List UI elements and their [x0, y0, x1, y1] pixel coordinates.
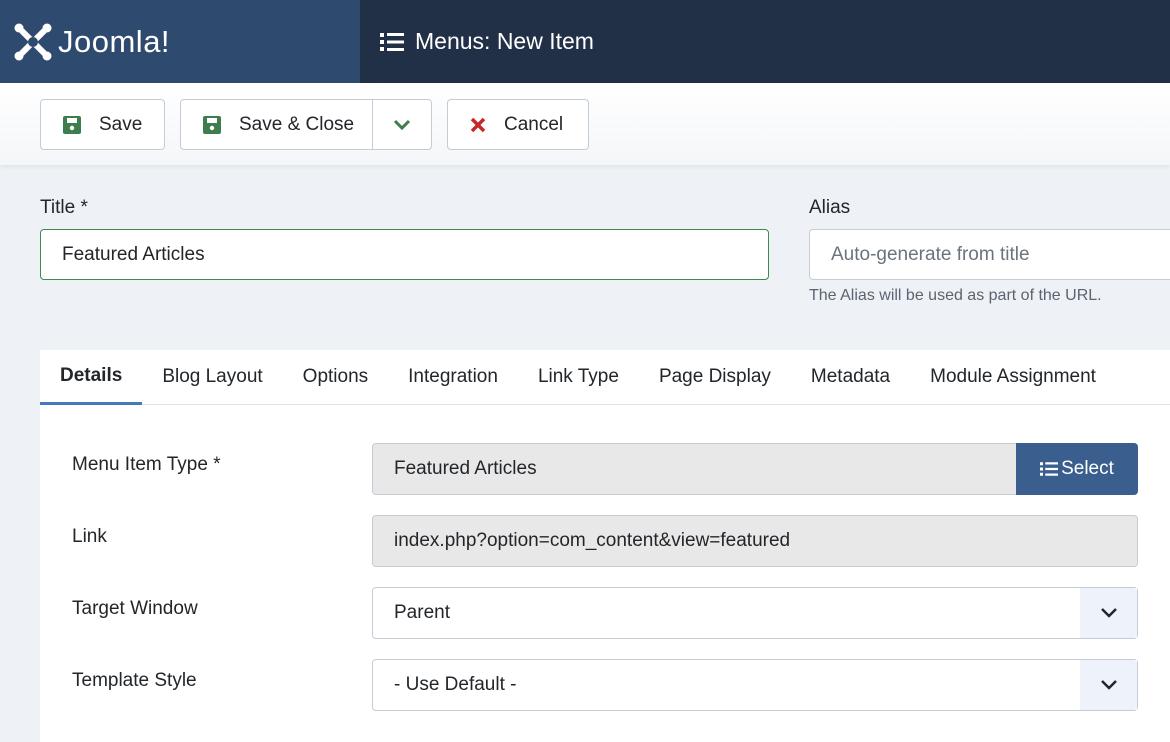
cancel-button[interactable]: Cancel	[447, 99, 589, 150]
tab-page-display[interactable]: Page Display	[639, 350, 791, 404]
page-title-text: Menus: New Item	[415, 28, 594, 54]
save-close-label: Save & Close	[239, 113, 355, 135]
tab-options[interactable]: Options	[283, 350, 388, 404]
header: Joomla! Menus: New Item	[0, 0, 1170, 83]
chevron-down-icon	[393, 119, 411, 130]
chevron-down-icon	[1080, 660, 1137, 710]
menu-item-type-value: Featured Articles	[394, 458, 537, 479]
page-title: Menus: New Item	[380, 0, 594, 83]
close-icon	[470, 117, 486, 133]
menu-item-type-label: Menu Item Type *	[72, 454, 221, 475]
tab-link-type[interactable]: Link Type	[518, 350, 639, 404]
save-close-button[interactable]: Save & Close	[180, 99, 432, 150]
logo-text: Joomla!	[58, 23, 171, 59]
target-window-value: Parent	[394, 602, 450, 623]
tab-module-assignment[interactable]: Module Assignment	[910, 350, 1116, 404]
select-menu-item-type-button[interactable]: Select	[1016, 443, 1138, 495]
template-style-label: Template Style	[72, 670, 197, 691]
joomla-logo-icon	[14, 23, 52, 60]
tab-details[interactable]: Details	[40, 350, 143, 405]
alias-label: Alias	[809, 197, 851, 218]
tab-bar: Details Blog Layout Options Integration …	[40, 350, 1170, 405]
tab-metadata[interactable]: Metadata	[791, 350, 910, 404]
tab-integration[interactable]: Integration	[388, 350, 518, 404]
chevron-down-icon	[1080, 588, 1137, 638]
save-options-dropdown[interactable]	[372, 100, 431, 149]
save-button[interactable]: Save	[40, 99, 165, 150]
link-label: Link	[72, 526, 107, 547]
save-icon	[203, 115, 221, 134]
list-icon	[380, 32, 404, 51]
list-icon	[1040, 462, 1059, 476]
title-label: Title *	[40, 197, 88, 218]
tab-blog-layout[interactable]: Blog Layout	[142, 350, 282, 404]
save-label: Save	[99, 113, 143, 135]
menu-item-type-field: Featured Articles Select	[372, 443, 1138, 495]
template-style-select[interactable]: - Use Default -	[372, 659, 1138, 711]
joomla-logo[interactable]: Joomla!	[0, 0, 360, 83]
target-window-label: Target Window	[72, 598, 198, 619]
save-icon	[63, 115, 81, 134]
target-window-select[interactable]: Parent	[372, 587, 1138, 639]
link-field: index.php?option=com_content&view=featur…	[372, 515, 1138, 567]
select-label: Select	[1061, 458, 1114, 479]
toolbar: Save Save & Close Cancel	[0, 83, 1170, 165]
alias-hint: The Alias will be used as part of the UR…	[809, 287, 1102, 304]
template-style-value: - Use Default -	[394, 674, 517, 695]
cancel-label: Cancel	[504, 113, 564, 135]
alias-input[interactable]: Auto-generate from title	[809, 229, 1170, 280]
title-input[interactable]: Featured Articles	[40, 229, 769, 280]
